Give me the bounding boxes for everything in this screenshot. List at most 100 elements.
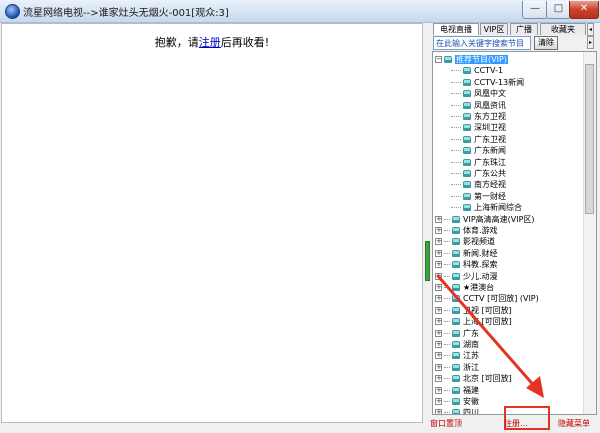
tree-group-item[interactable]: + 科教.探索 bbox=[435, 259, 498, 270]
tree-scrollbar-thumb[interactable] bbox=[585, 64, 594, 214]
maximize-button[interactable]: □ bbox=[546, 1, 571, 19]
tree-connector bbox=[451, 138, 461, 140]
register-button[interactable]: 注册... bbox=[504, 417, 550, 431]
tree-channel-item[interactable]: 广东珠江 bbox=[451, 157, 506, 168]
tree-group-label: 推荐节目(VIP) bbox=[455, 55, 508, 64]
tv-icon bbox=[463, 90, 471, 98]
tree-connector bbox=[451, 195, 461, 197]
collapse-icon[interactable]: − bbox=[435, 56, 442, 63]
tree-connector bbox=[451, 81, 461, 83]
bottom-bar: 窗口置顶 注册... 隐藏菜单 bbox=[424, 415, 600, 433]
app-logo-icon bbox=[5, 4, 20, 19]
tab-favorites[interactable]: 收藏夹 bbox=[540, 23, 586, 35]
tv-icon bbox=[452, 261, 460, 269]
register-link[interactable]: 注册 bbox=[199, 36, 221, 49]
channel-label: 凤凰中文 bbox=[474, 89, 506, 99]
tv-icon bbox=[463, 67, 471, 75]
group-label: 体育.游戏 bbox=[463, 226, 498, 235]
tree-channel-item[interactable]: 广东新闻 bbox=[451, 145, 506, 156]
tv-icon bbox=[463, 158, 471, 166]
tv-icon bbox=[444, 56, 452, 63]
expand-icon[interactable]: + bbox=[435, 215, 442, 223]
notice-suffix: 后再收看! bbox=[220, 36, 270, 49]
tab-vip[interactable]: VIP区 bbox=[480, 23, 508, 35]
tree-group-item[interactable]: + 影视频道 bbox=[435, 236, 495, 247]
group-label: VIP高清高速(VIP区) bbox=[463, 214, 535, 224]
title-bar[interactable]: 流星网络电视-->谁家灶头无烟火-001[观众:3] — □ ✕ bbox=[0, 0, 600, 23]
close-button[interactable]: ✕ bbox=[569, 1, 599, 19]
video-area[interactable]: 抱歉，请注册后再收看! bbox=[1, 23, 423, 423]
tree-channel-item[interactable]: 第一财经 bbox=[451, 191, 506, 202]
tree-connector bbox=[451, 161, 461, 163]
expand-icon[interactable]: + bbox=[435, 261, 442, 269]
tv-icon bbox=[463, 181, 471, 189]
clear-button[interactable]: 清除 bbox=[534, 36, 558, 50]
tree-connector bbox=[451, 70, 461, 72]
channel-label: 上海新闻综合 bbox=[474, 203, 522, 213]
minimize-button[interactable]: — bbox=[522, 1, 548, 19]
group-label: 科教.探索 bbox=[463, 260, 498, 270]
tab-scroll-right-icon[interactable]: ▸ bbox=[587, 36, 594, 49]
channel-label: 南方经视 bbox=[474, 180, 506, 190]
search-input[interactable]: 在此输入关键字搜索节目 bbox=[433, 36, 531, 50]
tab-live-tv[interactable]: 电视直播 bbox=[433, 23, 479, 35]
tv-icon bbox=[463, 124, 471, 132]
expand-icon[interactable]: + bbox=[435, 249, 442, 257]
tree-group-item[interactable]: + 体育.游戏 bbox=[435, 225, 498, 236]
group-label: 影视频道 bbox=[463, 237, 495, 247]
tree-connector bbox=[451, 93, 461, 95]
tv-icon bbox=[452, 249, 460, 257]
tv-icon bbox=[452, 238, 460, 246]
tree-channel-item[interactable]: 东方卫视 bbox=[451, 111, 506, 122]
tree-connector bbox=[451, 104, 461, 106]
tab-radio[interactable]: 广播 bbox=[510, 23, 538, 35]
tree-connector bbox=[451, 184, 461, 186]
channel-label: 凤凰资讯 bbox=[474, 100, 506, 110]
annotation-arrow bbox=[436, 274, 544, 398]
tv-icon bbox=[463, 113, 471, 120]
tree-channel-item[interactable]: 广东公共 bbox=[451, 168, 506, 179]
channel-label: 深圳卫视 bbox=[474, 123, 506, 133]
tree-channel-item[interactable]: 凤凰中文 bbox=[451, 88, 506, 99]
tv-icon bbox=[463, 101, 471, 109]
register-notice: 抱歉，请注册后再收看! bbox=[2, 34, 422, 50]
tree-channel-item[interactable]: 深圳卫视 bbox=[451, 122, 506, 133]
tree-connector bbox=[451, 116, 461, 117]
tree-connector bbox=[444, 218, 450, 220]
expand-icon[interactable]: + bbox=[435, 227, 442, 234]
tree-group-item[interactable]: + 新闻.财经 bbox=[435, 248, 498, 259]
tree-channel-item[interactable]: 广东卫视 bbox=[451, 134, 506, 145]
tree-connector bbox=[444, 264, 450, 266]
channel-label: CCTV-1 bbox=[474, 66, 504, 76]
tree-connector bbox=[451, 173, 461, 174]
channel-label: 广东公共 bbox=[474, 169, 506, 178]
tree-connector bbox=[444, 412, 450, 414]
tv-icon bbox=[463, 170, 471, 177]
tv-icon bbox=[463, 78, 471, 86]
tab-scroll-left-icon[interactable]: ◂ bbox=[587, 23, 594, 36]
window-title: 流星网络电视-->谁家灶头无烟火-001[观众:3] bbox=[23, 8, 229, 19]
tv-icon bbox=[463, 192, 471, 200]
window-top-button[interactable]: 窗口置顶 bbox=[430, 417, 462, 431]
tree-group-recommended[interactable]: − 推荐节目(VIP) bbox=[435, 54, 508, 65]
tv-icon bbox=[463, 135, 471, 143]
channel-label: CCTV-13新闻 bbox=[474, 77, 525, 87]
tree-scrollbar[interactable] bbox=[583, 52, 596, 414]
tree-channel-item[interactable]: CCTV-13新闻 bbox=[451, 77, 524, 88]
expand-icon[interactable]: + bbox=[435, 238, 442, 246]
tree-group-item[interactable]: + VIP高清高速(VIP区) bbox=[435, 214, 535, 225]
tree-channel-item[interactable]: 南方经视 bbox=[451, 179, 506, 190]
tree-connector bbox=[451, 127, 461, 129]
channel-label: 广东新闻 bbox=[474, 146, 506, 156]
tv-icon bbox=[463, 147, 471, 155]
tree-channel-item[interactable]: 凤凰资讯 bbox=[451, 100, 506, 111]
channel-label: 东方卫视 bbox=[474, 112, 506, 121]
tree-channel-item[interactable]: CCTV-1 bbox=[451, 65, 503, 76]
channel-label: 广东卫视 bbox=[474, 134, 506, 144]
tree-connector bbox=[444, 252, 450, 254]
hide-menu-button[interactable]: 隐藏菜单 bbox=[558, 417, 590, 431]
tree-connector bbox=[451, 207, 461, 209]
tv-icon bbox=[463, 204, 471, 212]
tree-channel-item[interactable]: 上海新闻综合 bbox=[451, 202, 522, 213]
tab-scroll-buttons[interactable]: ◂▸ bbox=[587, 23, 599, 49]
